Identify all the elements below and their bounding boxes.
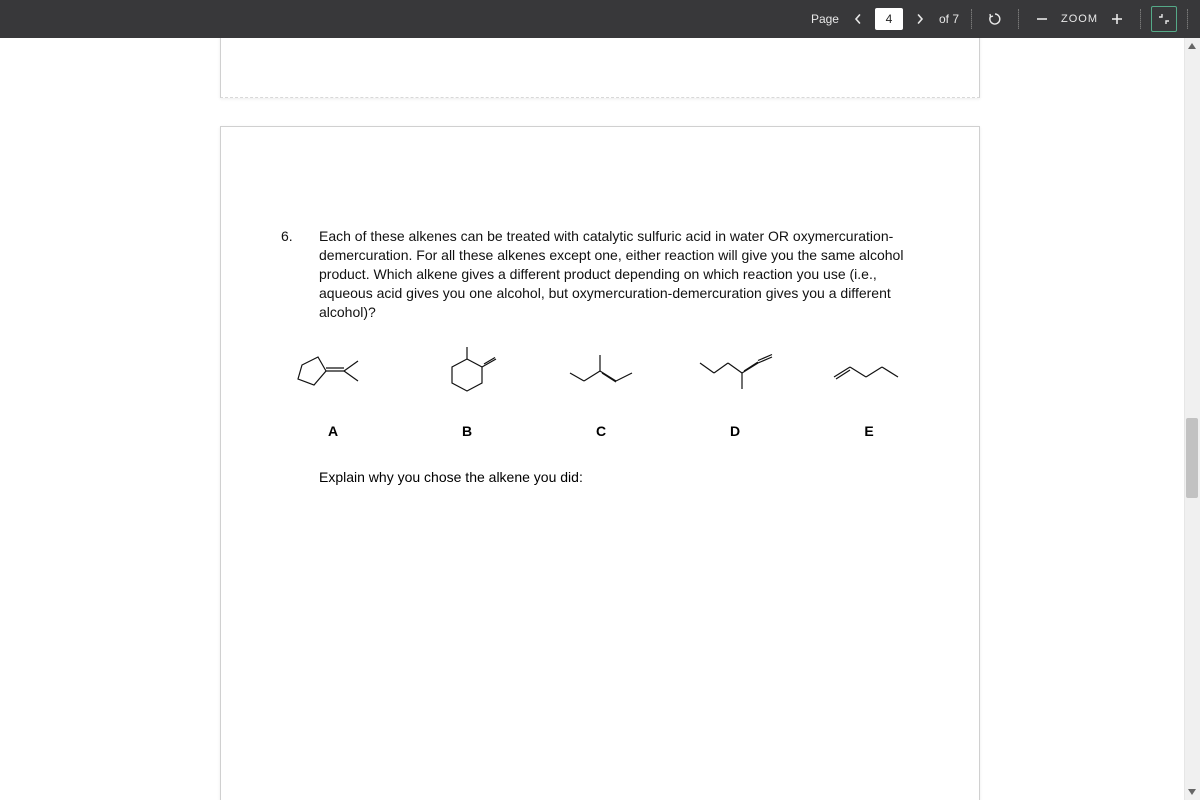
option-b: B [417, 347, 517, 439]
zoom-in-button[interactable] [1104, 6, 1130, 32]
page-number-input[interactable] [875, 8, 903, 30]
structure-b-icon [422, 347, 512, 397]
toolbar-separator [1187, 9, 1188, 29]
question-text: Each of these alkenes can be treated wit… [319, 227, 919, 321]
toolbar-separator [971, 9, 972, 29]
collapse-icon [1157, 12, 1171, 26]
rotate-button[interactable] [982, 6, 1008, 32]
structure-e-icon [824, 347, 914, 397]
answer-options-row: A B [281, 347, 919, 439]
minus-icon [1035, 12, 1049, 26]
document-viewport: 6. Each of these alkenes can be treated … [0, 38, 1200, 800]
structure-c-icon [556, 347, 646, 397]
pdf-toolbar: Page of 7 ZOOM [0, 0, 1200, 38]
option-a: A [283, 347, 383, 439]
option-c: C [551, 347, 651, 439]
triangle-down-icon [1188, 789, 1196, 795]
toolbar-separator [1140, 9, 1141, 29]
next-page-button[interactable] [909, 8, 931, 30]
zoom-out-button[interactable] [1029, 6, 1055, 32]
option-label: E [864, 423, 873, 439]
toolbar-separator [1018, 9, 1019, 29]
structure-a-icon [288, 347, 378, 397]
page-label: Page [811, 12, 839, 26]
question-number: 6. [281, 227, 319, 321]
option-label: B [462, 423, 472, 439]
scroll-down-button[interactable] [1184, 784, 1200, 800]
plus-icon [1110, 12, 1124, 26]
page-total-label: of 7 [939, 12, 959, 26]
prev-page-button[interactable] [847, 8, 869, 30]
fullscreen-button[interactable] [1151, 6, 1177, 32]
page-fragment-previous [220, 38, 980, 98]
option-d: D [685, 347, 785, 439]
option-label: A [328, 423, 338, 439]
triangle-up-icon [1188, 43, 1196, 49]
scrollbar-thumb[interactable] [1186, 418, 1198, 498]
rotate-icon [987, 11, 1003, 27]
option-label: C [596, 423, 606, 439]
chevron-right-icon [915, 14, 925, 24]
document-page: 6. Each of these alkenes can be treated … [220, 126, 980, 800]
structure-d-icon [690, 347, 780, 397]
explain-prompt: Explain why you chose the alkene you did… [319, 469, 919, 485]
chevron-left-icon [853, 14, 863, 24]
option-e: E [819, 347, 919, 439]
option-label: D [730, 423, 740, 439]
scrollbar-track[interactable] [1184, 38, 1200, 800]
zoom-label: ZOOM [1061, 13, 1098, 25]
scroll-up-button[interactable] [1184, 38, 1200, 54]
question-block: 6. Each of these alkenes can be treated … [281, 227, 919, 321]
